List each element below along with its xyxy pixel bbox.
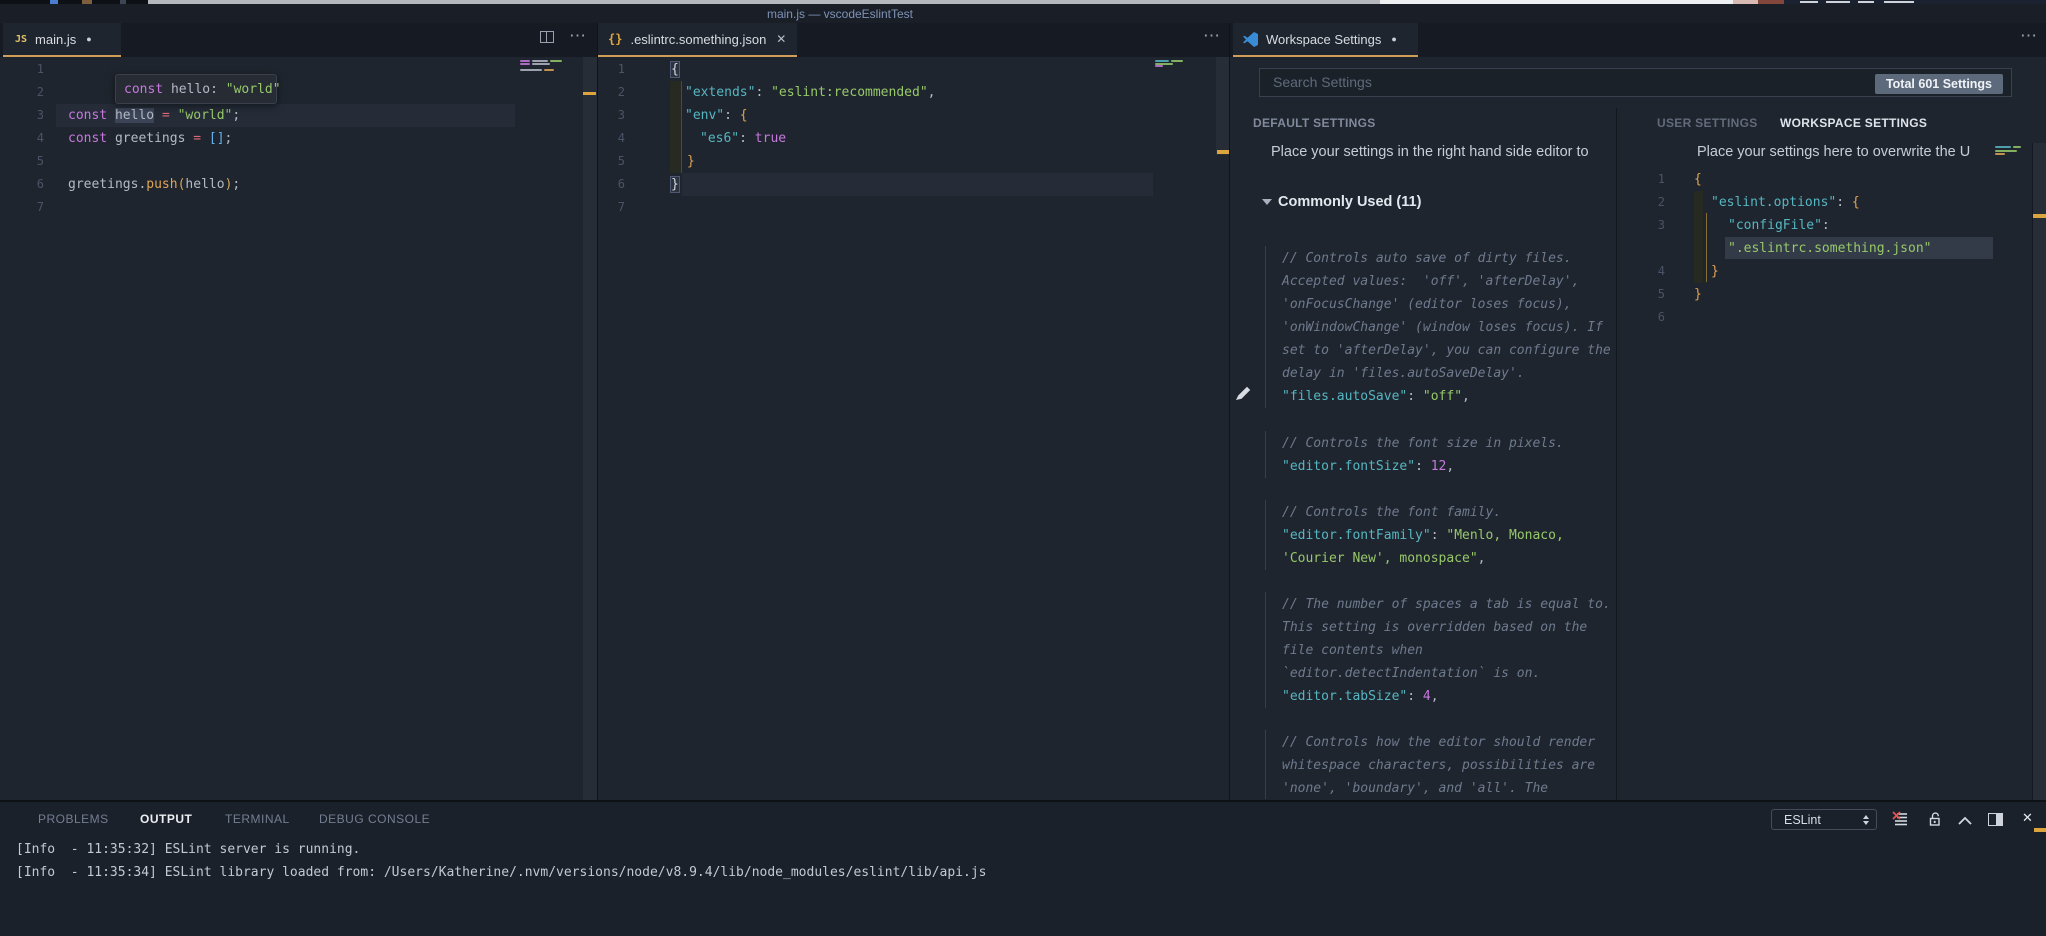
scrollbar[interactable] — [583, 57, 597, 800]
close-tab-icon[interactable]: ✕ — [776, 32, 786, 46]
panel-tab-debug-console[interactable]: DEBUG CONSOLE — [319, 812, 430, 826]
vscode-window: main.js — vscodeEslintTest JS main.js ● … — [0, 0, 2046, 936]
user-settings-tab[interactable]: USER SETTINGS — [1657, 116, 1758, 130]
editor-actions-more-icon[interactable]: ⋯ — [1203, 26, 1221, 46]
tab-main-js[interactable]: JS main.js ● — [3, 23, 121, 55]
vscode-settings-icon — [1243, 31, 1258, 47]
search-placeholder: Search Settings — [1273, 74, 1372, 90]
unlock-scroll-icon[interactable] — [1927, 811, 1943, 832]
tab-label: main.js — [35, 31, 77, 47]
default-settings-pane[interactable]: Place your settings in the right hand si… — [1230, 140, 1616, 800]
panel-tab-terminal[interactable]: TERMINAL — [225, 812, 290, 826]
tab-label: Workspace Settings — [1266, 31, 1382, 47]
workspace-settings-pane[interactable]: Place your settings here to overwrite th… — [1616, 140, 2032, 800]
tab-bar — [0, 23, 2046, 57]
tab-eslintrc-json[interactable]: {} .eslintrc.something.json ✕ — [598, 23, 797, 55]
output-channel-value: ESLint — [1784, 812, 1821, 827]
title-bar: main.js — vscodeEslintTest — [0, 4, 2046, 23]
window-title: main.js — vscodeEslintTest — [766, 7, 914, 21]
bottom-panel: PROBLEMS OUTPUT TERMINAL DEBUG CONSOLE [… — [0, 800, 2046, 936]
tab-label: .eslintrc.something.json — [630, 31, 767, 47]
clear-output-icon[interactable] — [1892, 811, 1908, 832]
maximize-panel-chevron-icon[interactable] — [1957, 813, 1973, 831]
close-panel-icon[interactable]: ✕ — [2022, 810, 2033, 826]
scrollbar[interactable] — [2032, 143, 2046, 800]
code-area: {"extends": "eslint:recommended", "env": … — [670, 60, 936, 193]
overview-ruler-marker — [1217, 150, 1229, 154]
dirty-dot-icon: ● — [1391, 34, 1397, 44]
javascript-file-icon: JS — [15, 33, 28, 45]
scrollbar[interactable] — [1216, 57, 1229, 155]
tab-workspace-settings[interactable]: Workspace Settings ● — [1233, 23, 1418, 55]
panel-tab-problems[interactable]: PROBLEMS — [38, 812, 109, 826]
overview-ruler-marker — [583, 92, 596, 95]
default-settings-code: // Controls auto save of dirty files. Acc… — [1282, 250, 1611, 796]
output-line: [Info - 11:35:34] ESLint library loaded … — [16, 865, 987, 880]
workspace-settings-code: {"eslint.options": {"configFile": ".eslin… — [1694, 171, 1932, 302]
output-line: [Info - 11:35:32] ESLint server is runni… — [16, 842, 361, 857]
hover-tooltip: const hello: "world" — [115, 74, 281, 104]
editor-actions-more-icon[interactable]: ⋯ — [2020, 26, 2038, 46]
output-channel-select[interactable]: ESLint — [1771, 809, 1877, 830]
overview-ruler-marker — [2034, 828, 2046, 832]
tooltip-code: const hello: "world" — [124, 81, 281, 97]
json-file-icon: {} — [608, 32, 623, 46]
dirty-dot-icon: ● — [86, 34, 92, 44]
editor-eslintrc-json[interactable]: 1234567 {"extends": "eslint:recommended"… — [598, 57, 1229, 800]
select-stepper-icon — [1863, 814, 1869, 825]
settings-count-badge: Total 601 Settings — [1875, 74, 2003, 94]
overview-ruler-marker — [2033, 214, 2046, 218]
default-settings-label: DEFAULT SETTINGS — [1253, 116, 1376, 130]
editor-main-js[interactable]: 1234567 const hello = "world"; const gree… — [0, 57, 597, 800]
code-area: const hello = "world"; const greetings = … — [68, 107, 241, 192]
workspace-settings-tab[interactable]: WORKSPACE SETTINGS — [1780, 116, 1927, 130]
move-panel-icon[interactable] — [1988, 813, 2003, 826]
panel-tab-output[interactable]: OUTPUT — [140, 812, 192, 826]
editor-actions-more-icon[interactable]: ⋯ — [569, 26, 587, 46]
split-editor-icon[interactable] — [540, 31, 554, 43]
